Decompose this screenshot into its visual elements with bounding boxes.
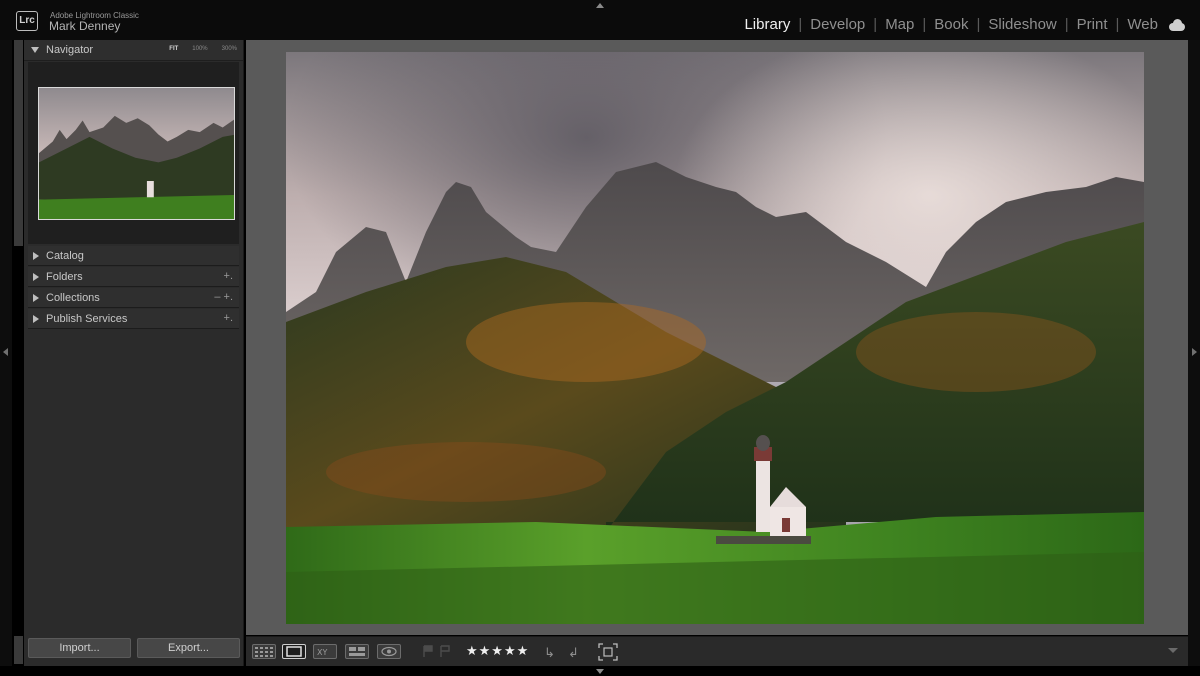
module-develop[interactable]: Develop [810,16,865,33]
thumbnail-image [39,88,234,219]
grid-glyph [255,647,273,657]
import-export-bar: Import... Export... [24,638,244,664]
lightroom-logo: Lrc [16,11,38,31]
collapse-right-panel-arrow-icon[interactable] [1192,348,1197,356]
svg-text:XY: XY [317,648,327,657]
module-separator: | [976,16,981,33]
people-glyph [381,646,397,657]
star-rating[interactable]: ★★★★★ [466,643,529,659]
loupe-view-area[interactable] [246,40,1188,635]
zoom-fit[interactable]: FIT [169,46,178,52]
library-toolbar: XY ★★★★★ ↳ ↲ [246,636,1188,666]
flag-reject-icon[interactable] [440,645,450,657]
navigator-thumbnail[interactable] [38,87,235,220]
collapsed-triangle-icon [33,294,39,302]
compare-view-icon[interactable]: XY [313,644,337,659]
collections-panel-header[interactable]: Collections – +. [28,288,239,308]
collections-title: Collections [46,292,100,304]
catalog-panel-header[interactable]: Catalog [28,246,239,266]
export-button[interactable]: Export... [137,638,240,658]
grid-view-icon[interactable] [252,644,276,659]
flag-pick-icon[interactable] [423,645,433,657]
top-bar: Lrc Adobe Lightroom Classic Mark Denney … [0,0,1200,40]
zoom-100[interactable]: 100% [192,46,207,52]
module-slideshow[interactable]: Slideshow [988,16,1056,33]
navigator-zoom-options: FIT 100% 300% [169,46,237,52]
left-panel: Navigator FIT 100% 300% Catalog Folders … [24,40,244,666]
collections-add-remove-buttons[interactable]: – +. [214,291,233,303]
module-separator: | [922,16,927,33]
collapse-top-panel-arrow-icon[interactable] [596,3,604,8]
rotate-left-icon[interactable]: ↳ [544,645,555,661]
import-button[interactable]: Import... [28,638,131,658]
identity-plate-user-name: Mark Denney [49,19,121,33]
loupe-view-icon[interactable] [282,644,306,659]
folders-panel-header[interactable]: Folders +. [28,267,239,287]
crop-overlay-icon[interactable] [598,643,618,661]
loupe-glyph [286,646,302,657]
module-separator: | [1064,16,1069,33]
catalog-title: Catalog [46,250,84,262]
module-separator: | [798,16,803,33]
left-panel-scrollbar[interactable] [14,40,23,246]
main-photo[interactable] [286,52,1144,624]
zoom-300[interactable]: 300% [222,46,237,52]
toolbar-content-dropdown-icon[interactable] [1168,648,1178,653]
compare-glyph: XY [317,648,327,657]
navigator-preview-area [28,62,239,244]
collapse-filmstrip-arrow-icon[interactable] [596,669,604,674]
expanded-triangle-icon [31,47,39,53]
publish-services-title: Publish Services [46,313,128,325]
rotate-right-icon[interactable]: ↲ [568,645,579,661]
module-web[interactable]: Web [1127,16,1158,33]
collapsed-triangle-icon [33,273,39,281]
module-separator: | [873,16,878,33]
module-book[interactable]: Book [934,16,968,33]
folders-add-button[interactable]: +. [224,270,233,282]
cloud-sync-icon[interactable] [1168,18,1186,31]
collapsed-triangle-icon [33,315,39,323]
photo-landscape [286,52,1144,624]
publish-services-add-button[interactable]: +. [224,312,233,324]
module-map[interactable]: Map [885,16,914,33]
module-print[interactable]: Print [1077,16,1108,33]
collapsed-triangle-icon [33,252,39,260]
navigator-title: Navigator [46,44,94,56]
survey-view-icon[interactable] [345,644,369,659]
navigator-header[interactable]: Navigator FIT 100% 300% [24,40,243,61]
left-panel-scrollbar-lower[interactable] [14,636,23,664]
people-view-icon[interactable] [377,644,401,659]
folders-title: Folders [46,271,83,283]
module-library[interactable]: Library [744,16,790,33]
module-separator: | [1115,16,1120,33]
publish-services-panel-header[interactable]: Publish Services +. [28,309,239,329]
survey-glyph [349,647,365,656]
module-picker: Library | Develop | Map | Book | Slidesh… [744,16,1186,33]
collapse-left-panel-arrow-icon[interactable] [3,348,8,356]
